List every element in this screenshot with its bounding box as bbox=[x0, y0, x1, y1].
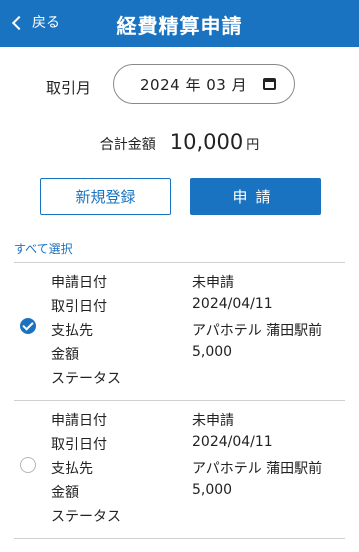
application-date: 未申請 bbox=[192, 275, 234, 291]
payee: アパホテル 蒲田駅前 bbox=[192, 461, 323, 477]
payee: アパホテル 蒲田駅前 bbox=[192, 323, 323, 339]
field-label: 申請日付 bbox=[51, 275, 107, 291]
field-label: 取引日付 bbox=[51, 299, 107, 315]
expense-item[interactable]: 申請日付 未申請 取引日付 2024/04/11 支払先 アパホテル 蒲田駅前 … bbox=[0, 400, 359, 538]
calendar-icon[interactable] bbox=[263, 78, 276, 90]
month-value: 2024 年 03 月 bbox=[140, 75, 248, 94]
field-label: 金額 bbox=[51, 347, 79, 363]
new-registration-button[interactable]: 新規登録 bbox=[40, 178, 171, 215]
amount: 5,000 bbox=[192, 344, 233, 360]
field-label: ステータス bbox=[51, 509, 121, 525]
page-title: 経費精算申請 bbox=[116, 14, 243, 38]
apply-button[interactable]: 申請 bbox=[190, 178, 321, 215]
transaction-date: 2024/04/11 bbox=[192, 296, 273, 312]
total-unit: 円 bbox=[246, 138, 260, 153]
field-label: 取引日付 bbox=[51, 437, 107, 453]
month-label: 取引月 bbox=[46, 79, 92, 97]
application-date: 未申請 bbox=[192, 413, 234, 429]
expense-item[interactable]: 申請日付 未申請 取引日付 2024/04/11 支払先 アパホテル 蒲田駅前 … bbox=[0, 262, 359, 400]
total-summary: 合計金額 10,000 円 bbox=[0, 130, 359, 154]
checkbox-checked-icon[interactable] bbox=[20, 318, 36, 334]
divider bbox=[14, 538, 345, 539]
checkbox-unchecked-icon[interactable] bbox=[20, 457, 36, 473]
total-amount: 10,000 bbox=[169, 130, 244, 154]
field-label: ステータス bbox=[51, 371, 121, 387]
field-label: 支払先 bbox=[51, 461, 93, 477]
month-picker[interactable]: 2024 年 03 月 bbox=[113, 64, 295, 104]
select-all-link[interactable]: すべて選択 bbox=[14, 240, 73, 257]
field-label: 申請日付 bbox=[51, 413, 107, 429]
field-label: 支払先 bbox=[51, 323, 93, 339]
app-header: 戻る 経費精算申請 bbox=[0, 0, 359, 47]
field-label: 金額 bbox=[51, 485, 79, 501]
total-label: 合計金額 bbox=[99, 137, 156, 153]
transaction-date: 2024/04/11 bbox=[192, 434, 273, 450]
amount: 5,000 bbox=[192, 482, 233, 498]
